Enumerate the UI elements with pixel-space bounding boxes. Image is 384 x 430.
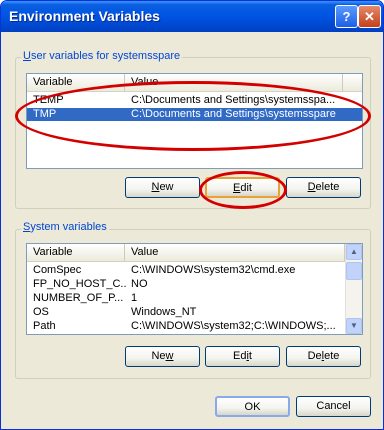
variable-name: TEMP	[33, 94, 64, 106]
system-edit-button[interactable]: Edit	[205, 346, 280, 367]
user-variables-list[interactable]: Variable Value TEMP C:\Documents and Set…	[26, 73, 363, 169]
variable-name: ComSpec	[33, 264, 82, 276]
title-bar[interactable]: Environment Variables ? ✕	[1, 1, 383, 32]
environment-variables-dialog: Environment Variables ? ✕ User variables…	[0, 0, 384, 430]
system-delete-button[interactable]: Delete	[286, 346, 361, 367]
window-title: Environment Variables	[9, 8, 160, 24]
ok-button[interactable]: OK	[215, 396, 290, 417]
user-new-button[interactable]: New	[125, 177, 200, 198]
variable-name: NUMBER_OF_P...	[33, 292, 124, 304]
list-header: Variable Value	[27, 244, 362, 262]
list-item[interactable]: NUMBER_OF_P... 1	[27, 292, 362, 305]
variable-value: NO	[131, 278, 148, 290]
variable-value: 1	[131, 292, 138, 304]
column-header-value[interactable]: Value	[125, 74, 343, 91]
variable-value: C:\WINDOWS\system32;C:\WINDOWS;...	[131, 320, 336, 332]
list-item-selected[interactable]: TMP C:\Documents and Settings\systemsspa…	[27, 108, 362, 121]
help-icon[interactable]: ?	[335, 5, 358, 28]
list-item[interactable]: OS Windows_NT	[27, 306, 362, 319]
variable-name: TMP	[33, 108, 57, 120]
variable-value: C:\Documents and Settings\systemsspare	[131, 108, 336, 120]
scroll-down-icon[interactable]: ▼	[346, 318, 362, 334]
vertical-scrollbar[interactable]: ▲ ▼	[345, 244, 362, 334]
scroll-thumb[interactable]	[346, 262, 362, 280]
system-new-button[interactable]: New	[125, 346, 200, 367]
user-delete-button[interactable]: Delete	[286, 177, 361, 198]
user-variables-label: User variables for systemsspare	[21, 50, 183, 62]
list-item[interactable]: TEMP C:\Documents and Settings\systemssp…	[27, 94, 362, 107]
variable-name: FP_NO_HOST_C...	[33, 278, 127, 290]
variable-name: OS	[33, 306, 49, 318]
list-item[interactable]: ComSpec C:\WINDOWS\system32\cmd.exe	[27, 264, 362, 277]
user-edit-button[interactable]: Edit	[205, 177, 280, 198]
column-header-variable[interactable]: Variable	[27, 244, 125, 261]
cancel-button[interactable]: Cancel	[296, 396, 371, 417]
variable-name: Path	[33, 320, 56, 332]
scroll-up-icon[interactable]: ▲	[346, 244, 362, 260]
variable-value: Windows_NT	[131, 306, 197, 318]
list-item[interactable]: Path C:\WINDOWS\system32;C:\WINDOWS;...	[27, 320, 362, 333]
variable-value: C:\Documents and Settings\systemsspa...	[131, 94, 336, 106]
column-header-variable[interactable]: Variable	[27, 74, 125, 91]
system-variables-list[interactable]: Variable Value ComSpec C:\WINDOWS\system…	[26, 243, 363, 335]
column-header-value[interactable]: Value	[125, 244, 345, 261]
close-icon[interactable]: ✕	[358, 5, 381, 28]
variable-value: C:\WINDOWS\system32\cmd.exe	[131, 264, 296, 276]
list-header: Variable Value	[27, 74, 362, 92]
list-item[interactable]: FP_NO_HOST_C... NO	[27, 278, 362, 291]
system-variables-label: System variables	[21, 221, 109, 233]
